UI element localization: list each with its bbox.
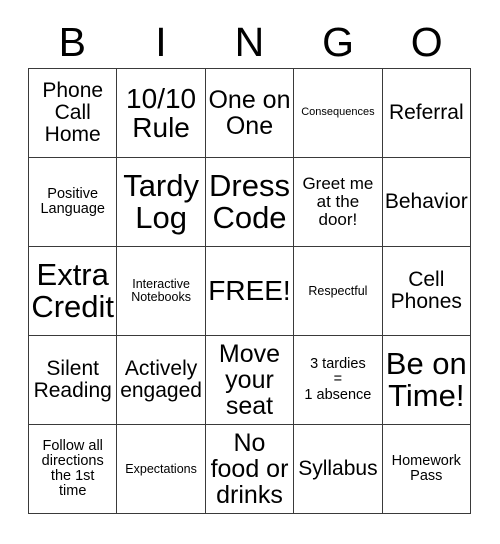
bingo-cell-label: Silent Reading (33, 357, 112, 402)
bingo-cell[interactable]: Actively engaged (117, 336, 206, 425)
bingo-cell-label: Positive Language (40, 185, 105, 217)
bingo-card: B I N G O Phone Call Home 10/10 Rule One o… (0, 0, 500, 544)
bingo-cell-label: Syllabus (298, 457, 378, 481)
bingo-cell-label: Move your seat (218, 340, 281, 420)
bingo-cell-label: Phone Call Home (42, 79, 104, 146)
bingo-cell[interactable]: Follow all directions the 1st time (29, 425, 118, 514)
bingo-cell[interactable]: One on One (205, 69, 295, 158)
bingo-cell-label: No food or drinks (210, 429, 289, 509)
bingo-cell-label: Behavior (384, 190, 468, 214)
bingo-cell-label: Referral (388, 101, 464, 125)
bingo-grid: Phone Call Home 10/10 Rule One on One Conse… (28, 68, 471, 514)
bingo-cell[interactable]: Cell Phones (382, 247, 471, 336)
bingo-header-letter-b: B (58, 18, 86, 65)
bingo-header-letter-o: O (410, 18, 443, 65)
bingo-cell-label: FREE! (208, 275, 291, 307)
bingo-cell-label: Extra Credit (31, 256, 115, 324)
bingo-cell-label: Dress Code (209, 167, 290, 235)
bingo-cell[interactable]: Be on Time! (382, 336, 471, 425)
bingo-cell-label: Consequences (301, 106, 375, 119)
bingo-cell-label: 3 tardies = 1 absence (304, 356, 372, 403)
bingo-cell-label: Respectful (308, 283, 368, 298)
bingo-cell[interactable]: Silent Reading (29, 336, 118, 425)
bingo-cell-label: Interactive Notebooks (131, 277, 191, 304)
bingo-cell-label: Be on Time! (385, 345, 467, 413)
bingo-cell[interactable]: Interactive Notebooks (117, 247, 206, 336)
bingo-cell-label: Greet me at the door! (302, 174, 374, 229)
bingo-header-letter-n: N (234, 18, 265, 65)
bingo-cell[interactable]: Syllabus (294, 425, 383, 514)
bingo-cell-label: Cell Phones (390, 268, 462, 313)
bingo-cell-label: Tardy Log (123, 167, 199, 235)
bingo-cell-label: Homework Pass (391, 452, 461, 484)
bingo-cell[interactable]: Phone Call Home (29, 69, 118, 158)
bingo-cell[interactable]: 3 tardies = 1 absence (294, 336, 383, 425)
bingo-cell[interactable]: No food or drinks (205, 425, 295, 514)
bingo-cell[interactable]: Extra Credit (29, 247, 118, 336)
bingo-cell-label: 10/10 Rule (126, 82, 197, 143)
bingo-cell-label: Expectations (125, 461, 197, 476)
bingo-cell[interactable]: Positive Language (29, 158, 118, 247)
bingo-cell[interactable]: Homework Pass (382, 425, 471, 514)
bingo-cell-label: One on One (208, 86, 291, 140)
bingo-cell[interactable]: Expectations (117, 425, 206, 514)
bingo-header-letter-g: G (322, 18, 355, 65)
bingo-cell[interactable]: Tardy Log (117, 158, 206, 247)
bingo-header-row: B I N G O (28, 16, 471, 68)
bingo-cell[interactable]: Behavior (382, 158, 471, 247)
bingo-cell[interactable]: Dress Code (205, 158, 295, 247)
bingo-cell[interactable]: Consequences (294, 69, 383, 158)
bingo-cell[interactable]: Referral (382, 69, 471, 158)
bingo-cell[interactable]: 10/10 Rule (117, 69, 206, 158)
bingo-cell-label: Actively engaged (120, 357, 202, 402)
bingo-cell[interactable]: Greet me at the door! (294, 158, 383, 247)
bingo-cell[interactable]: Respectful (294, 247, 383, 336)
bingo-cell-label: Follow all directions the 1st time (41, 437, 104, 500)
bingo-free-space[interactable]: FREE! (205, 247, 295, 336)
bingo-cell[interactable]: Move your seat (205, 336, 295, 425)
bingo-header-letter-i: I (155, 18, 167, 65)
